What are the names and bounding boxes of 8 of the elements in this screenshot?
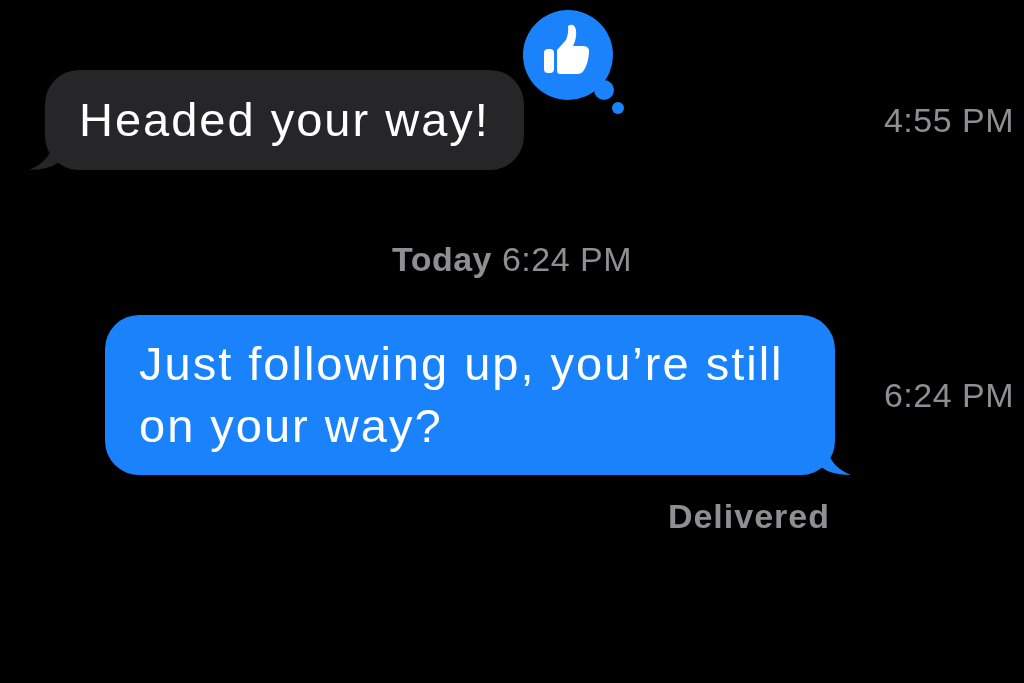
message-time: 6:24 PM (883, 375, 1014, 415)
timestamp: Today 6:24 PM (391, 240, 633, 279)
delivery-status: Delivered (667, 497, 830, 536)
message-bubble[interactable]: Headed your way! (45, 70, 524, 170)
message-text: Headed your way! (79, 93, 490, 146)
message-bubble[interactable]: Just following up, you’re still on your way? (105, 315, 835, 475)
message-text: Just following up, you’re still on your way? (139, 337, 784, 452)
message-time: 4:55 PM (883, 100, 1014, 140)
